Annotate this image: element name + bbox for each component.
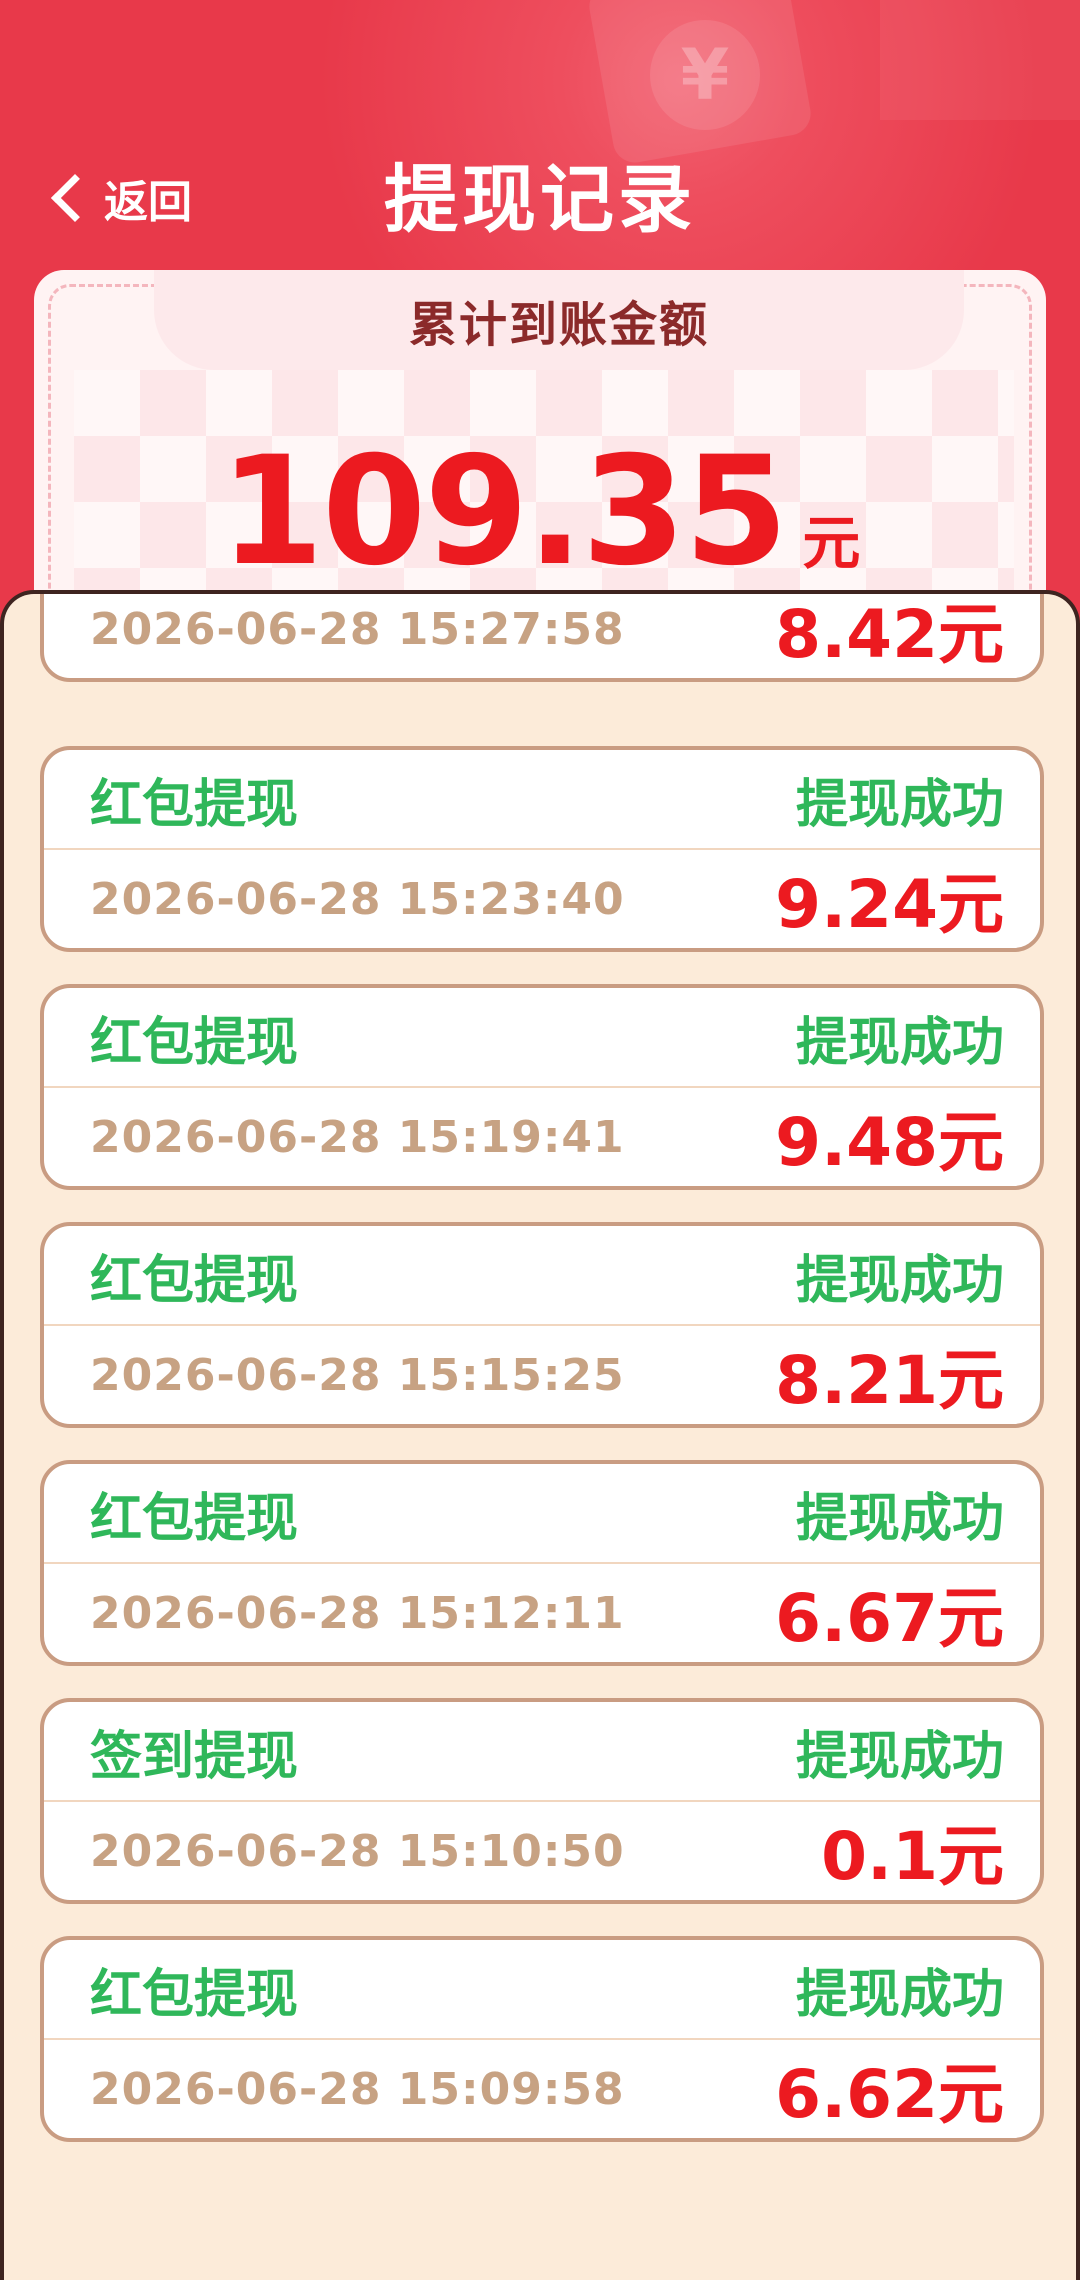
record-type: 红包提现 bbox=[90, 1012, 299, 1073]
record-time: 2026-06-28 15:23:40 bbox=[90, 873, 625, 925]
record-type: 红包提现 bbox=[90, 1250, 299, 1311]
list-item[interactable]: 红包提现 提现成功 2026-06-28 15:19:41 9.48元 bbox=[40, 984, 1044, 1190]
record-amount: 8.21元 bbox=[775, 1342, 1004, 1419]
yuan-coin-icon: ¥ bbox=[650, 20, 760, 130]
record-time: 2026-06-28 15:15:25 bbox=[90, 1349, 625, 1401]
record-type: 签到提现 bbox=[90, 1726, 299, 1787]
record-type: 红包提现 bbox=[90, 774, 299, 835]
summary-label-tab: 累计到账金额 bbox=[154, 270, 964, 370]
record-time: 2026-06-28 15:09:58 bbox=[90, 2063, 625, 2115]
record-status: 提现成功 bbox=[795, 1250, 1004, 1311]
record-amount: 6.67元 bbox=[775, 1580, 1004, 1657]
summary-label: 累计到账金额 bbox=[408, 297, 709, 353]
records-list: 2026-06-28 15:27:58 8.42元 红包提现 提现成功 2026… bbox=[4, 594, 1076, 2280]
record-header: 红包提现 提现成功 bbox=[44, 1226, 1040, 1326]
record-detail: 2026-06-28 15:15:25 8.21元 bbox=[44, 1326, 1040, 1424]
record-time: 2026-06-28 15:10:50 bbox=[90, 1825, 625, 1877]
record-time: 2026-06-28 15:12:11 bbox=[90, 1587, 625, 1639]
record-detail: 2026-06-28 15:09:58 6.62元 bbox=[44, 2040, 1040, 2138]
record-detail: 2026-06-28 15:19:41 9.48元 bbox=[44, 1088, 1040, 1186]
record-detail: 2026-06-28 15:27:58 8.42元 bbox=[44, 594, 1040, 678]
total-amount: 109.35 bbox=[219, 425, 789, 599]
page-title: 提现记录 bbox=[384, 157, 696, 243]
record-time: 2026-06-28 15:27:58 bbox=[90, 603, 625, 655]
record-status: 提现成功 bbox=[795, 1726, 1004, 1787]
list-item[interactable]: 签到提现 提现成功 2026-06-28 15:10:50 0.1元 bbox=[40, 1698, 1044, 1904]
withdrawal-records-screen: ¥ 返回 提现记录 累计到账金额 109.35 元 2026-06-28 15:… bbox=[0, 0, 1080, 2280]
record-header: 签到提现 提现成功 bbox=[44, 1702, 1040, 1802]
record-type: 红包提现 bbox=[90, 1964, 299, 2025]
record-detail: 2026-06-28 15:12:11 6.67元 bbox=[44, 1564, 1040, 1662]
record-status: 提现成功 bbox=[795, 1488, 1004, 1549]
decoration-card bbox=[880, 0, 1080, 120]
list-item[interactable]: 红包提现 提现成功 2026-06-28 15:23:40 9.24元 bbox=[40, 746, 1044, 952]
record-amount: 9.24元 bbox=[775, 866, 1004, 943]
record-status: 提现成功 bbox=[795, 1012, 1004, 1073]
record-type: 红包提现 bbox=[90, 1488, 299, 1549]
record-time: 2026-06-28 15:19:41 bbox=[90, 1111, 625, 1163]
list-item[interactable]: 红包提现 提现成功 2026-06-28 15:12:11 6.67元 bbox=[40, 1460, 1044, 1666]
record-header: 红包提现 提现成功 bbox=[44, 1940, 1040, 2040]
record-header: 红包提现 提现成功 bbox=[44, 1464, 1040, 1564]
list-item[interactable]: 红包提现 提现成功 2026-06-28 15:09:58 6.62元 bbox=[40, 1936, 1044, 2142]
record-amount: 9.48元 bbox=[775, 1104, 1004, 1181]
records-list-panel[interactable]: 2026-06-28 15:27:58 8.42元 红包提现 提现成功 2026… bbox=[0, 590, 1080, 2280]
record-status: 提现成功 bbox=[795, 1964, 1004, 2025]
total-amount-unit: 元 bbox=[802, 509, 861, 577]
list-item[interactable]: 红包提现 提现成功 2026-06-28 15:15:25 8.21元 bbox=[40, 1222, 1044, 1428]
record-amount: 0.1元 bbox=[821, 1818, 1004, 1895]
record-amount: 6.62元 bbox=[775, 2056, 1004, 2133]
record-detail: 2026-06-28 15:10:50 0.1元 bbox=[44, 1802, 1040, 1900]
record-detail: 2026-06-28 15:23:40 9.24元 bbox=[44, 850, 1040, 948]
record-status: 提现成功 bbox=[795, 774, 1004, 835]
record-amount: 8.42元 bbox=[775, 596, 1004, 673]
list-item[interactable]: 2026-06-28 15:27:58 8.42元 bbox=[40, 594, 1044, 682]
record-header: 红包提现 提现成功 bbox=[44, 988, 1040, 1088]
summary-amount-row: 109.35 元 bbox=[34, 425, 1046, 599]
record-header: 红包提现 提现成功 bbox=[44, 750, 1040, 850]
